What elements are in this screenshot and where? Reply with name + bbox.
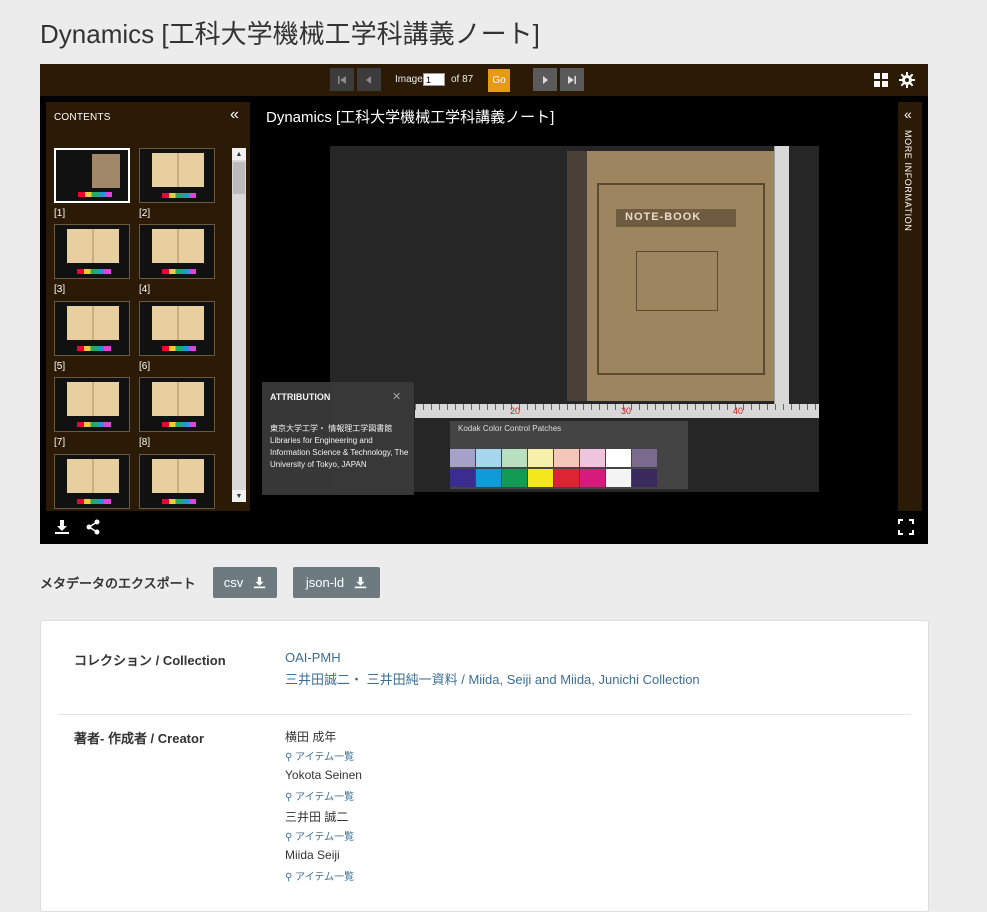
- scroll-up-icon[interactable]: ▲: [232, 148, 246, 160]
- thumbnail[interactable]: [139, 224, 215, 279]
- last-page-icon: [568, 75, 576, 84]
- search-icon: ⚲: [285, 792, 296, 803]
- thumbnail[interactable]: [139, 301, 215, 356]
- contents-scrollbar[interactable]: ▲ ▼: [232, 148, 246, 502]
- collection-key: コレクション / Collection: [74, 653, 226, 668]
- page-title: Dynamics [工科大学機械工学科講義ノート]: [40, 19, 540, 49]
- export-csv-button[interactable]: csv: [213, 567, 277, 598]
- image-title: Dynamics [工科大学機械工学科講義ノート]: [266, 109, 555, 126]
- creator-name: 横田 成年: [285, 730, 337, 744]
- page-total: of 87: [451, 74, 474, 85]
- vertical-ruler: [774, 146, 789, 416]
- download-icon[interactable]: [54, 519, 70, 535]
- more-information-label: MORE INFORMATION: [903, 130, 913, 232]
- notebook-cover: NOTE-BOOK: [567, 151, 774, 401]
- thumbnail[interactable]: [54, 301, 130, 356]
- color-card-label: Kodak Color Control Patches: [458, 424, 562, 433]
- search-icon: ⚲: [285, 872, 296, 883]
- scroll-thumb[interactable]: [233, 162, 245, 194]
- thumbnail[interactable]: [54, 377, 130, 432]
- creator-name: 三井田 誠二: [285, 810, 349, 824]
- creator-name: Miida Seiji: [285, 848, 340, 862]
- more-information-panel[interactable]: « MORE INFORMATION: [898, 102, 922, 511]
- scroll-down-icon[interactable]: ▼: [232, 490, 246, 502]
- thumbnail[interactable]: [139, 148, 215, 203]
- contents-title: CONTENTS: [54, 112, 111, 123]
- search-icon: ⚲: [285, 752, 296, 763]
- thumbnail[interactable]: [54, 224, 130, 279]
- double-chevron-left-icon: «: [904, 106, 912, 122]
- fullscreen-icon[interactable]: [898, 519, 914, 535]
- creator-items-link[interactable]: ⚲ アイテム一覧: [285, 828, 354, 843]
- creator-name: Yokota Seinen: [285, 768, 362, 782]
- collapse-contents-button[interactable]: «: [230, 106, 239, 123]
- creator-items-link[interactable]: ⚲ アイテム一覧: [285, 868, 354, 883]
- share-icon[interactable]: [85, 519, 101, 535]
- first-page-icon: [338, 75, 346, 84]
- contents-panel: CONTENTS « [1] [2] [3] [4] [5] [6] [7] […: [46, 102, 250, 511]
- thumbnail[interactable]: [54, 454, 130, 509]
- go-button[interactable]: Go: [488, 69, 510, 92]
- creator-key: 著者‐ 作成者 / Creator: [74, 731, 205, 746]
- export-json-ld-button[interactable]: json-ld: [293, 567, 380, 598]
- thumbnail-label: [2]: [139, 208, 151, 219]
- double-chevron-left-icon: «: [230, 106, 239, 123]
- thumbnail-label: [6]: [139, 361, 151, 372]
- download-icon: [354, 576, 367, 589]
- last-page-button[interactable]: [560, 68, 584, 91]
- attribution-title: ATTRIBUTION: [270, 392, 331, 402]
- grid-icon[interactable]: [873, 72, 889, 88]
- export-label: メタデータのエクスポート: [40, 576, 196, 591]
- export-csv-label: csv: [223, 575, 244, 590]
- thumbnail-label: [4]: [139, 284, 151, 295]
- viewer-toolbar: Image of 87 Go: [40, 64, 928, 96]
- creator-items-link[interactable]: ⚲ アイテム一覧: [285, 748, 354, 763]
- collection-link[interactable]: OAI-PMH: [285, 650, 341, 665]
- thumbnail[interactable]: [54, 148, 130, 203]
- download-icon: [254, 576, 266, 589]
- book-cover-title: NOTE-BOOK: [625, 211, 702, 223]
- thumbnail-label: [8]: [139, 437, 151, 448]
- creator-items-link[interactable]: ⚲ アイテム一覧: [285, 788, 354, 803]
- export-json-ld-label: json-ld: [305, 575, 345, 590]
- gear-icon[interactable]: [899, 72, 915, 88]
- thumbnail[interactable]: [139, 377, 215, 432]
- search-icon: ⚲: [285, 832, 296, 843]
- metadata-card: コレクション / Collection OAI-PMH 三井田誠二・ 三井田純一…: [40, 620, 929, 912]
- collection-link[interactable]: 三井田誠二・ 三井田純一資料 / Miida, Seiji and Miida,…: [285, 669, 700, 688]
- first-page-button[interactable]: [330, 68, 354, 91]
- prev-page-button[interactable]: [357, 68, 381, 91]
- thumbnail-label: [1]: [54, 208, 66, 219]
- prev-page-icon: [366, 75, 371, 84]
- divider: [58, 714, 911, 715]
- page-number-input[interactable]: [423, 73, 445, 86]
- thumbnail[interactable]: [139, 454, 215, 509]
- next-page-button[interactable]: [533, 68, 557, 91]
- horizontal-ruler: 20 30 40: [415, 404, 819, 418]
- image-viewer: Image of 87 Go CONTENTS « [1] [: [40, 64, 928, 544]
- color-control-patches: Kodak Color Control Patches: [450, 421, 688, 489]
- thumbnail-label: [5]: [54, 361, 66, 372]
- attribution-text: 東京大学工学・ 情報理工学図書館 Libraries for Engineeri…: [270, 424, 409, 469]
- next-page-icon: [543, 75, 548, 84]
- attribution-box: ATTRIBUTION ✕ 東京大学工学・ 情報理工学図書館 Libraries…: [262, 382, 414, 495]
- thumbnail-label: [7]: [54, 437, 66, 448]
- image-label: Image: [395, 74, 423, 85]
- close-icon[interactable]: ✕: [392, 390, 401, 403]
- thumbnail-label: [3]: [54, 284, 66, 295]
